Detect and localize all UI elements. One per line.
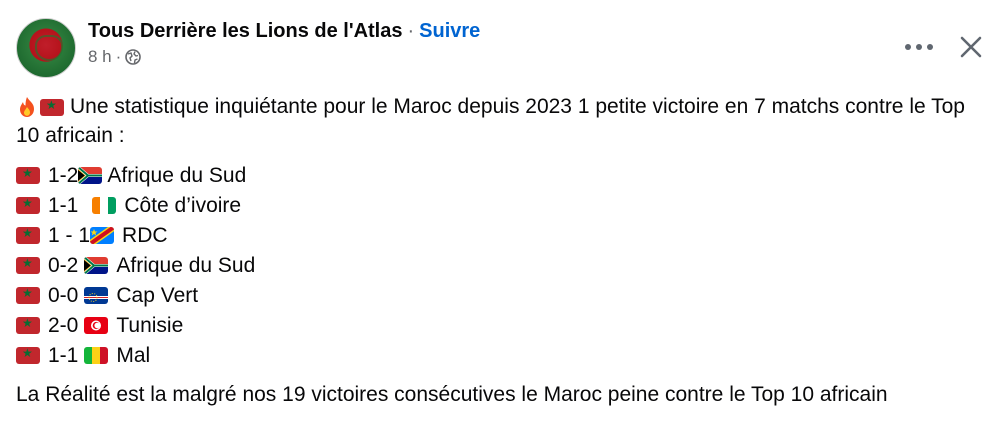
author-line: Tous Derrière les Lions de l'Atlas · Sui… bbox=[88, 18, 480, 44]
post-intro: Une statistique inquiétante pour le Maro… bbox=[16, 92, 991, 150]
fire-icon bbox=[20, 97, 34, 118]
result-row: 1-2 Afrique du Sud bbox=[16, 160, 991, 190]
match-score: 0-0 bbox=[48, 283, 79, 307]
south-africa-flag-icon bbox=[78, 166, 103, 184]
morocco-flag-icon bbox=[16, 226, 40, 244]
mali-flag-icon bbox=[84, 346, 109, 364]
morocco-flag-icon bbox=[16, 316, 40, 334]
match-score: 1-2 bbox=[48, 163, 79, 187]
match-score: 1-1 bbox=[48, 193, 79, 217]
results-list: 1-2 Afrique du Sud 1-1 Côte d’ivoire bbox=[16, 160, 991, 370]
post-subline: 8 h · bbox=[88, 47, 480, 67]
result-row: 0-0 Cap Vert bbox=[16, 280, 991, 310]
opponent-name: Afrique du Sud bbox=[116, 253, 256, 277]
opponent-name: Côte d’ivoire bbox=[124, 193, 242, 217]
opponent-name: Mal bbox=[116, 343, 151, 367]
match-score: 1 - 1 bbox=[48, 223, 91, 247]
intro-text: Une statistique inquiétante pour le Maro… bbox=[16, 95, 965, 147]
separator-dot: · bbox=[115, 47, 122, 66]
more-dot bbox=[916, 44, 922, 50]
result-row: 2-0 Tunisie bbox=[16, 310, 991, 340]
match-score: 1-1 bbox=[48, 343, 79, 367]
result-row: 1-1 Côte d’ivoire bbox=[16, 190, 991, 220]
close-icon[interactable] bbox=[958, 34, 984, 60]
post-outro: La Réalité est la malgré nos 19 victoire… bbox=[16, 383, 888, 406]
more-options-icon[interactable] bbox=[904, 37, 934, 57]
morocco-flag-icon bbox=[16, 166, 40, 184]
follow-button[interactable]: Suivre bbox=[419, 18, 480, 44]
result-row: 1 - 1 RDC bbox=[16, 220, 991, 250]
ivory-coast-flag-icon bbox=[92, 196, 117, 214]
opponent-name: Tunisie bbox=[116, 313, 184, 337]
globe-icon bbox=[125, 49, 142, 65]
result-row: 1-1 Mal bbox=[16, 340, 991, 370]
match-score: 2-0 bbox=[48, 313, 79, 337]
more-dot bbox=[905, 44, 911, 50]
opponent-name: Cap Vert bbox=[116, 283, 199, 307]
separator-dot: · bbox=[407, 20, 415, 42]
opponent-name: Afrique du Sud bbox=[107, 163, 247, 187]
post-content: Une statistique inquiétante pour le Maro… bbox=[16, 92, 991, 430]
tunisia-flag-icon bbox=[84, 316, 109, 334]
opponent-name: RDC bbox=[122, 223, 168, 247]
post-time[interactable]: 8 h bbox=[88, 47, 112, 67]
match-score: 0-2 bbox=[48, 253, 79, 277]
cape-verde-flag-icon bbox=[84, 286, 109, 304]
post-meta: Tous Derrière les Lions de l'Atlas · Sui… bbox=[88, 18, 480, 67]
morocco-flag-icon bbox=[40, 98, 64, 116]
result-row: 0-2 Afrique du Sud bbox=[16, 250, 991, 280]
facebook-post: Tous Derrière les Lions de l'Atlas · Sui… bbox=[0, 0, 1000, 424]
dr-congo-flag-icon bbox=[90, 226, 115, 244]
more-dot bbox=[927, 44, 933, 50]
morocco-flag-icon bbox=[16, 346, 40, 364]
post-header: Tous Derrière les Lions de l'Atlas · Sui… bbox=[16, 18, 480, 78]
page-name[interactable]: Tous Derrière les Lions de l'Atlas bbox=[88, 18, 402, 44]
morocco-flag-icon bbox=[16, 256, 40, 274]
morocco-flag-icon bbox=[16, 286, 40, 304]
south-africa-flag-icon bbox=[84, 256, 109, 274]
morocco-flag-icon bbox=[16, 196, 40, 214]
page-avatar[interactable] bbox=[16, 18, 76, 78]
